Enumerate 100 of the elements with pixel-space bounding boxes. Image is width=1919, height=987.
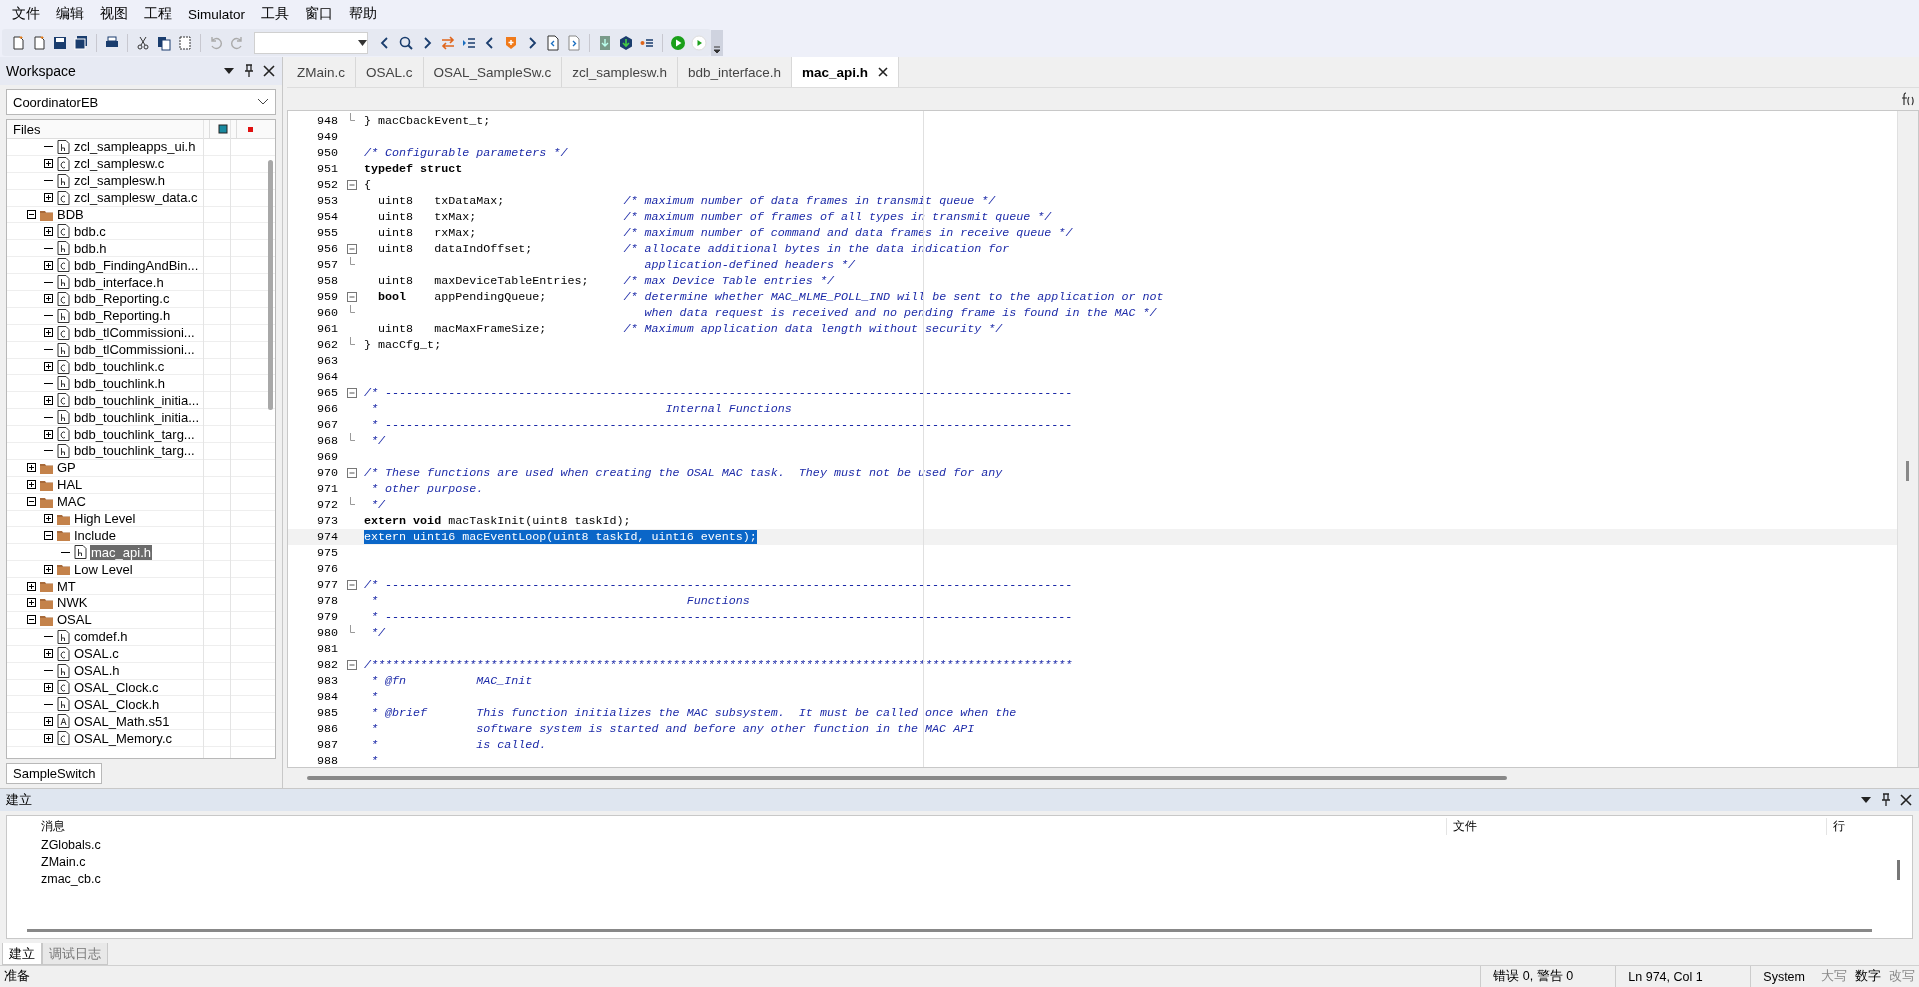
fold-collapse-icon[interactable] bbox=[347, 180, 357, 190]
scrollbar-thumb[interactable] bbox=[268, 160, 273, 410]
expand-icon[interactable] bbox=[27, 598, 36, 608]
menu-item[interactable]: Simulator bbox=[180, 6, 254, 22]
tree-item[interactable]: bdb_touchlink.c bbox=[73, 359, 166, 374]
collapse-icon[interactable] bbox=[44, 530, 53, 540]
collapse-icon[interactable] bbox=[27, 615, 36, 625]
tree-item[interactable]: bdb.c bbox=[73, 223, 107, 239]
toolbar-overflow-icon[interactable] bbox=[711, 29, 723, 56]
tree-item[interactable]: zcl_samplesw.c bbox=[73, 156, 166, 172]
tree-item[interactable]: High Level bbox=[73, 511, 137, 527]
fold-collapse-icon[interactable] bbox=[347, 244, 357, 254]
document-left-icon[interactable] bbox=[545, 34, 561, 51]
menu-item[interactable]: 编辑 bbox=[48, 5, 92, 23]
expand-icon[interactable] bbox=[44, 159, 53, 169]
pin-icon[interactable] bbox=[1879, 793, 1893, 807]
hexagon-download-icon[interactable] bbox=[618, 34, 634, 51]
menu-item[interactable]: 视图 bbox=[92, 5, 136, 23]
tree-item[interactable]: bdb_touchlink_targ... bbox=[73, 443, 196, 459]
swap-arrows-icon[interactable] bbox=[440, 34, 456, 51]
tree-item[interactable]: zcl_samplesw.h bbox=[73, 173, 167, 189]
message-row[interactable]: zmac_cb.c bbox=[27, 870, 1912, 887]
configuration-dropdown[interactable]: CoordinatorEB bbox=[6, 89, 276, 115]
menu-item[interactable]: 工具 bbox=[253, 5, 298, 23]
tree-item[interactable]: bdb_Reporting.c bbox=[73, 291, 171, 307]
tree-item[interactable]: bdb_FindingAndBin... bbox=[73, 257, 200, 273]
run-icon[interactable] bbox=[670, 34, 686, 51]
menu-item[interactable]: 帮助 bbox=[341, 5, 386, 23]
new-file-icon[interactable] bbox=[31, 34, 47, 51]
tree-item[interactable]: HAL bbox=[56, 477, 84, 493]
tree-item[interactable]: OSAL bbox=[56, 612, 93, 628]
tree-item[interactable]: zcl_sampleapps_ui.h bbox=[73, 139, 197, 155]
download-icon[interactable] bbox=[597, 34, 613, 51]
menu-item[interactable]: 工程 bbox=[136, 5, 180, 23]
tree-item[interactable]: bdb_tlCommissioni... bbox=[73, 325, 196, 341]
tree-item[interactable]: OSAL_Memory.c bbox=[73, 730, 173, 746]
fold-collapse-icon[interactable] bbox=[347, 468, 357, 478]
expand-icon[interactable] bbox=[27, 463, 36, 473]
copy-icon[interactable] bbox=[156, 34, 172, 51]
expand-icon[interactable] bbox=[27, 480, 36, 490]
expand-icon[interactable] bbox=[27, 581, 36, 591]
menu-item[interactable]: 窗口 bbox=[297, 5, 342, 23]
message-row[interactable]: ZGlobals.c bbox=[27, 836, 1912, 853]
tree-item[interactable]: OSAL_Clock.c bbox=[73, 679, 160, 695]
expand-icon[interactable] bbox=[44, 649, 53, 659]
scrollbar-thumb[interactable] bbox=[1897, 860, 1900, 880]
tree-item[interactable]: bdb.h bbox=[73, 240, 108, 256]
expand-icon[interactable] bbox=[44, 226, 53, 236]
tree-item[interactable]: bdb_touchlink_targ... bbox=[73, 426, 196, 442]
tree-item[interactable]: bdb_touchlink.h bbox=[73, 375, 167, 391]
cut-icon[interactable] bbox=[135, 34, 151, 51]
expand-icon[interactable] bbox=[44, 733, 53, 743]
tree-item[interactable]: bdb_touchlink_initia... bbox=[73, 409, 201, 425]
tree-item[interactable]: Low Level bbox=[73, 561, 134, 577]
tree-item[interactable]: mac_api.h bbox=[90, 544, 152, 560]
function-list-icon[interactable] bbox=[1899, 91, 1915, 107]
expand-icon[interactable] bbox=[44, 514, 53, 524]
tree-item[interactable]: MAC bbox=[56, 494, 87, 510]
tree-item[interactable]: OSAL.h bbox=[73, 663, 121, 679]
tree-item[interactable]: bdb_tlCommissioni... bbox=[73, 342, 196, 358]
tree-item[interactable]: BDB bbox=[56, 207, 85, 222]
tree-item[interactable]: zcl_samplesw_data.c bbox=[73, 190, 199, 206]
save-icon[interactable] bbox=[52, 34, 68, 51]
workspace-tab[interactable]: SampleSwitch bbox=[6, 763, 103, 784]
fold-collapse-icon[interactable] bbox=[347, 292, 357, 302]
scrollbar-thumb[interactable] bbox=[307, 776, 1507, 780]
fold-collapse-icon[interactable] bbox=[347, 580, 357, 590]
tree-item[interactable]: bdb_interface.h bbox=[73, 274, 165, 290]
message-row[interactable]: ZMain.c bbox=[27, 853, 1912, 870]
close-icon[interactable] bbox=[878, 67, 888, 77]
search-icon[interactable] bbox=[398, 34, 414, 51]
scrollbar-thumb[interactable] bbox=[1906, 461, 1909, 481]
tree-item[interactable]: bdb_touchlink_initia... bbox=[73, 392, 201, 408]
chevron-down-icon[interactable] bbox=[257, 98, 269, 106]
expand-icon[interactable] bbox=[44, 294, 53, 304]
fold-collapse-icon[interactable] bbox=[347, 388, 357, 398]
pin-icon[interactable] bbox=[242, 64, 256, 78]
tree-item[interactable]: OSAL_Math.s51 bbox=[73, 713, 171, 729]
new-file-icon[interactable] bbox=[10, 34, 26, 51]
tree-item[interactable]: GP bbox=[56, 460, 77, 476]
expand-icon[interactable] bbox=[44, 328, 53, 338]
expand-icon[interactable] bbox=[44, 395, 53, 405]
expand-icon[interactable] bbox=[44, 429, 53, 439]
tree-item[interactable]: OSAL_Clock.h bbox=[73, 696, 161, 712]
expand-icon[interactable] bbox=[44, 716, 53, 726]
tree-item[interactable]: OSAL.c bbox=[73, 646, 120, 662]
expand-icon[interactable] bbox=[44, 193, 53, 203]
collapse-icon[interactable] bbox=[27, 210, 36, 219]
collapse-icon[interactable] bbox=[27, 497, 36, 507]
output-tab[interactable]: 建立 bbox=[2, 943, 42, 965]
expand-icon[interactable] bbox=[44, 362, 53, 371]
document-right-icon[interactable] bbox=[566, 34, 582, 51]
menu-item[interactable]: 文件 bbox=[4, 5, 48, 23]
close-icon[interactable] bbox=[1899, 793, 1913, 807]
save-all-icon[interactable] bbox=[73, 34, 89, 51]
expand-icon[interactable] bbox=[44, 564, 53, 574]
tree-item[interactable]: comdef.h bbox=[73, 629, 129, 645]
expand-icon[interactable] bbox=[44, 682, 53, 692]
output-tab[interactable]: 调试日志 bbox=[42, 943, 108, 965]
close-icon[interactable] bbox=[262, 64, 276, 78]
